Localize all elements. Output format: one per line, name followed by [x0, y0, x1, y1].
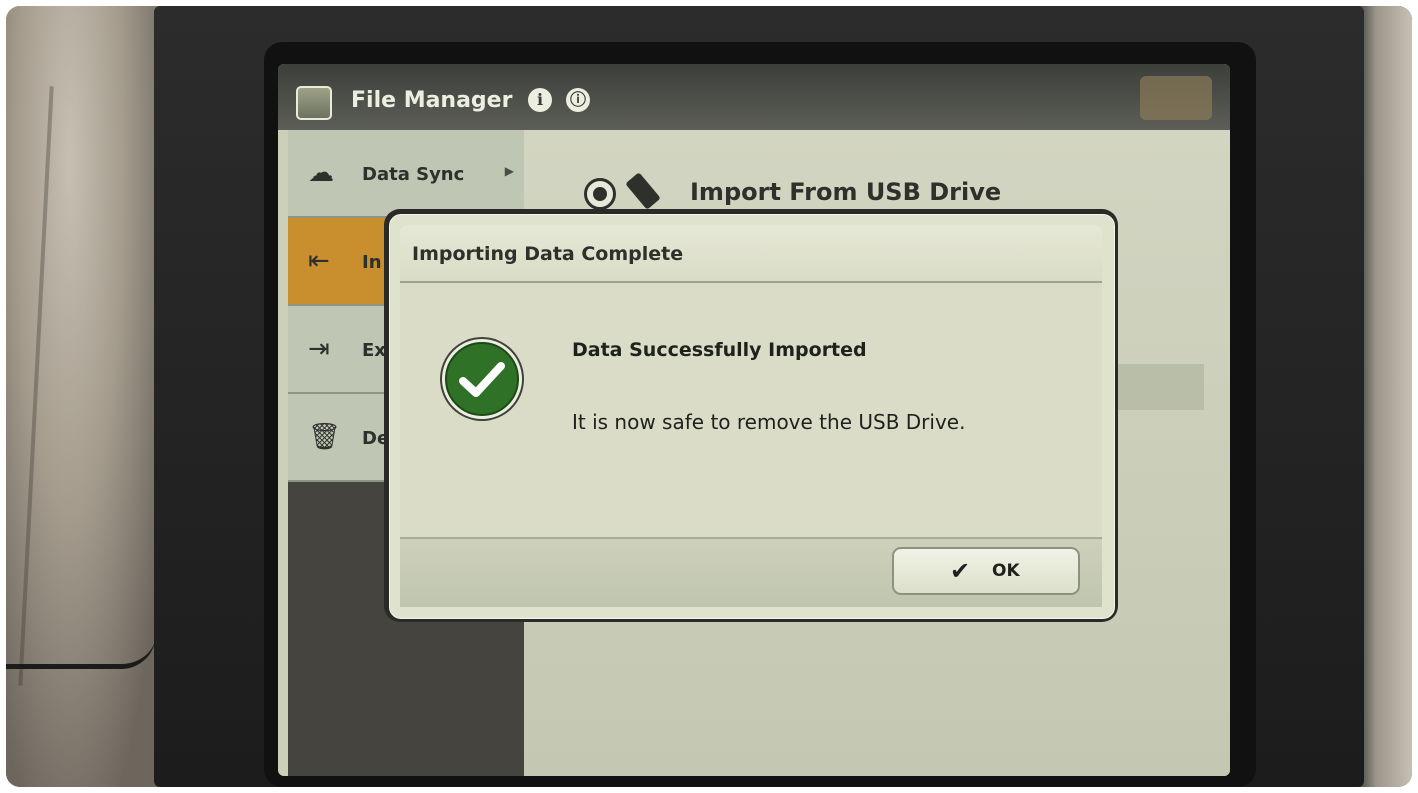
cloud-upload-icon: ☁ — [308, 158, 334, 188]
help-icon[interactable]: ⓘ — [566, 88, 590, 112]
import-complete-dialog: Importing Data Complete Data Successfull… — [389, 214, 1115, 619]
cable — [6, 634, 156, 669]
ok-label: OK — [992, 561, 1020, 581]
trash-icon: 🗑 — [308, 422, 342, 452]
import-usb-radio[interactable] — [584, 178, 616, 210]
checkmark-icon — [459, 362, 505, 397]
corner-button[interactable] — [1140, 76, 1212, 120]
app-title: File Manager — [351, 88, 513, 113]
check-icon: ✔ — [950, 557, 971, 585]
chevron-right-icon: ▶ — [504, 164, 514, 178]
export-icon: ⇥ — [308, 334, 330, 364]
option-label: Import From USB Drive — [690, 178, 1002, 206]
dialog-header: Importing Data Complete — [400, 225, 1102, 283]
import-icon: ⇤ — [308, 246, 330, 276]
info-icon[interactable]: i — [528, 88, 552, 112]
dialog-body: Data Successfully Imported It is now saf… — [400, 283, 1102, 537]
usb-drive-icon — [625, 172, 661, 210]
message-title: Data Successfully Imported — [572, 339, 867, 361]
checkmark-circle-icon — [440, 337, 524, 421]
seat-background — [6, 6, 166, 787]
sidebar-item-label: Ex — [362, 340, 386, 361]
sidebar-item-label: In — [362, 252, 382, 273]
dialog-footer: ✔ OK — [400, 537, 1102, 607]
ok-button[interactable]: ✔ OK — [892, 547, 1080, 595]
folder-icon — [296, 86, 332, 120]
sidebar-item-data-sync[interactable]: ☁ Data Sync ▶ — [288, 130, 524, 218]
sidebar-item-label: Data Sync — [362, 164, 465, 185]
dialog-title: Importing Data Complete — [412, 243, 684, 265]
top-bar: File Manager i ⓘ — [278, 64, 1230, 130]
seat-stitching — [18, 86, 54, 686]
message-text: It is now safe to remove the USB Drive. — [572, 410, 966, 434]
